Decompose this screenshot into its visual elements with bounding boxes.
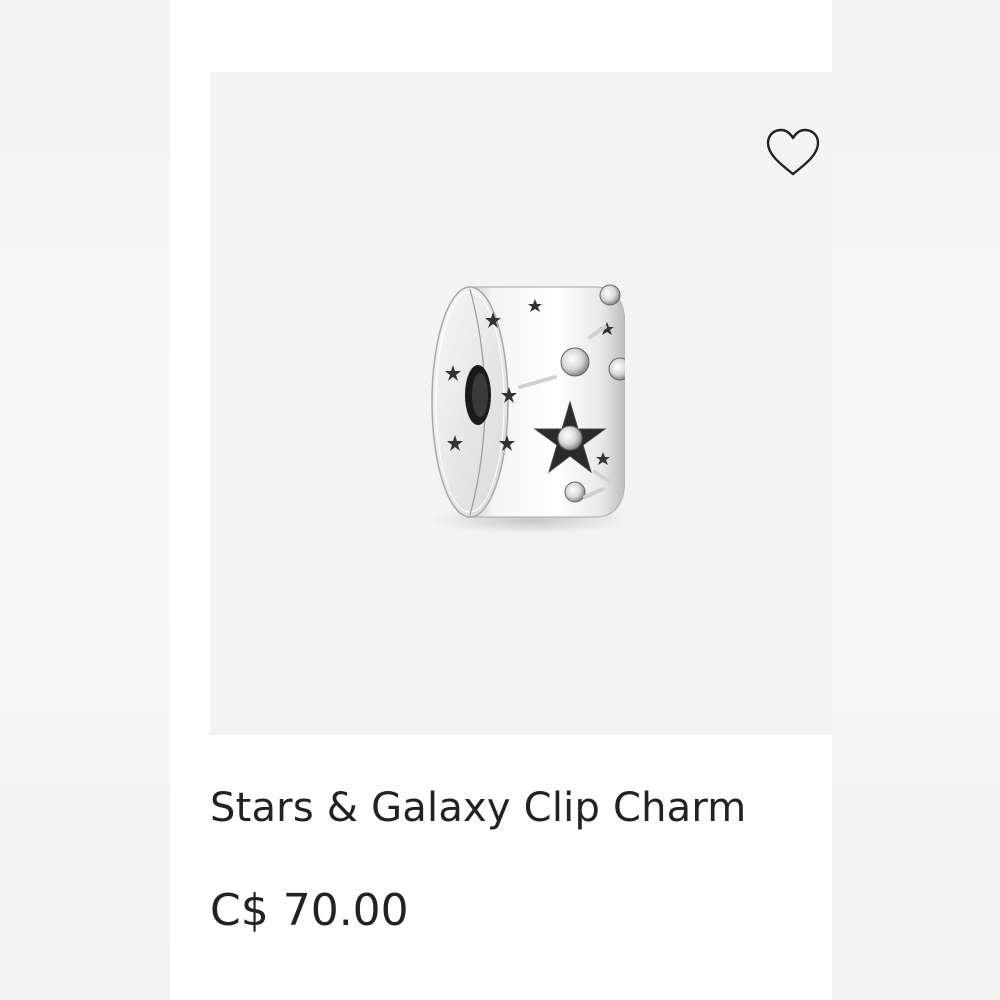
product-image-panel[interactable] — [210, 72, 832, 735]
product-title[interactable]: Stars & Galaxy Clip Charm — [210, 785, 746, 831]
background-right — [832, 0, 1000, 1000]
wishlist-button[interactable] — [762, 122, 824, 184]
background-left — [0, 0, 170, 1000]
product-image[interactable] — [425, 277, 625, 547]
product-card[interactable]: Stars & Galaxy Clip Charm C$ 70.00 — [170, 0, 832, 1000]
product-price: C$ 70.00 — [210, 885, 409, 936]
heart-outline-icon — [766, 128, 820, 176]
